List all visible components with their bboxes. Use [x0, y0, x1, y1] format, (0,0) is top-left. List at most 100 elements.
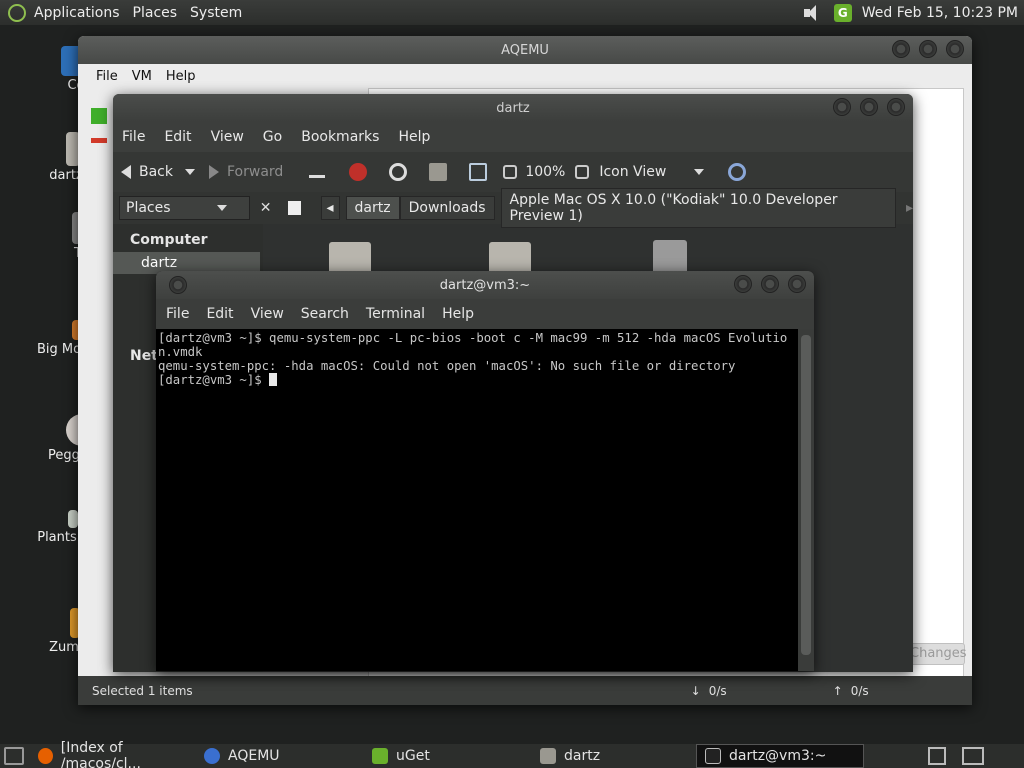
up-arrow-icon[interactable]: [309, 166, 326, 178]
view-mode-select[interactable]: Icon View: [599, 164, 705, 180]
window-menu-button[interactable]: [169, 276, 187, 294]
breadcrumb-downloads[interactable]: Downloads: [399, 196, 495, 220]
task-terminal[interactable]: dartz@vm3:~: [696, 744, 864, 768]
window-controls: [883, 40, 964, 58]
desktop-icon-plants[interactable]: Plants: [34, 510, 80, 545]
minimize-button[interactable]: [734, 275, 752, 293]
chevron-down-icon: [216, 205, 227, 211]
uget-icon: [372, 748, 388, 764]
maximize-button[interactable]: [860, 98, 878, 116]
window-controls: [725, 275, 806, 293]
desktop-icon-label: Plants: [37, 530, 77, 545]
task-firefox[interactable]: [Index of /macos/cl...: [30, 740, 196, 768]
tray-area: G Wed Feb 15, 10:23 PM: [802, 3, 1024, 22]
close-button[interactable]: [946, 40, 964, 58]
breadcrumb-current-folder[interactable]: Apple Mac OS X 10.0 ("Kodiak" 10.0 Devel…: [500, 188, 896, 228]
menu-help[interactable]: Help: [398, 129, 430, 145]
back-arrow-icon: [121, 165, 131, 179]
breadcrumb-scroll-left[interactable]: ◂: [320, 196, 340, 220]
menu-system[interactable]: System: [190, 5, 242, 21]
os-logo-icon[interactable]: [8, 3, 26, 22]
zoom-in-icon[interactable]: [575, 165, 590, 179]
workspace-switcher-icon[interactable]: [928, 747, 946, 765]
add-vm-icon[interactable]: [91, 108, 107, 124]
desktop-icon-zum[interactable]: Zum: [48, 608, 80, 655]
menu-view[interactable]: View: [211, 129, 244, 145]
desktop-icon-label: Pegg: [48, 448, 80, 463]
upload-arrow-icon: ↑: [832, 683, 843, 698]
stop-icon[interactable]: [349, 163, 368, 181]
computer-icon[interactable]: [469, 163, 488, 181]
task-aqemu[interactable]: AQEMU: [196, 744, 364, 768]
menu-places[interactable]: Places: [133, 5, 178, 21]
reload-icon[interactable]: [389, 163, 408, 181]
task-label: dartz: [564, 748, 601, 764]
terminal-titlebar[interactable]: dartz@vm3:~: [156, 271, 814, 299]
menu-edit[interactable]: Edit: [206, 306, 233, 322]
menu-file[interactable]: File: [122, 129, 145, 145]
menu-vm[interactable]: VM: [132, 69, 152, 84]
terminal-scrollbar[interactable]: [798, 329, 814, 671]
scrollbar-thumb[interactable]: [801, 335, 811, 655]
aqemu-titlebar[interactable]: AQEMU: [78, 36, 972, 64]
maximize-button[interactable]: [761, 275, 779, 293]
menu-help[interactable]: Help: [442, 306, 474, 322]
home-icon[interactable]: [429, 163, 448, 181]
zoom-out-icon[interactable]: [503, 165, 518, 179]
menu-edit[interactable]: Edit: [164, 129, 191, 145]
edit-location-icon[interactable]: [287, 201, 301, 215]
terminal-menubar: File Edit View Search Terminal Help: [156, 299, 814, 329]
menu-bookmarks[interactable]: Bookmarks: [301, 129, 379, 145]
task-file-manager[interactable]: dartz: [532, 744, 696, 768]
taskbar: [Index of /macos/cl... AQEMU uGet dartz …: [0, 740, 1024, 768]
uget-tray-icon[interactable]: G: [833, 3, 852, 22]
file-manager-titlebar[interactable]: dartz: [113, 94, 913, 122]
menu-view[interactable]: View: [251, 306, 284, 322]
menu-terminal[interactable]: Terminal: [366, 306, 425, 322]
back-history-dropdown-icon[interactable]: [185, 169, 195, 175]
breadcrumb-label: dartz: [354, 200, 391, 216]
task-uget[interactable]: uGet: [364, 744, 532, 768]
home-folder-icon: [540, 748, 556, 764]
file-manager-menubar: File Edit View Go Bookmarks Help: [113, 122, 913, 152]
file-manager-toolbar: Back Forward 100% Icon View: [113, 152, 913, 192]
clock[interactable]: Wed Feb 15, 10:23 PM: [862, 5, 1018, 21]
apply-changes-button[interactable]: Changes: [909, 643, 967, 665]
minimize-button[interactable]: [833, 98, 851, 116]
terminal-icon: [705, 748, 721, 764]
task-label: [Index of /macos/cl...: [60, 740, 141, 768]
download-arrow-icon: ↓: [690, 683, 701, 698]
menu-file[interactable]: File: [166, 306, 189, 322]
close-button[interactable]: [788, 275, 806, 293]
remove-vm-icon[interactable]: [91, 138, 107, 143]
menu-go[interactable]: Go: [263, 129, 282, 145]
maximize-button[interactable]: [919, 40, 937, 58]
volume-icon[interactable]: [802, 4, 824, 22]
menu-search[interactable]: Search: [301, 306, 349, 322]
places-label: Places: [126, 200, 171, 216]
task-label: AQEMU: [228, 748, 280, 764]
breadcrumb-scroll-right[interactable]: ▸: [906, 200, 913, 216]
trash-applet-icon[interactable]: [962, 747, 984, 765]
terminal-output[interactable]: [dartz@vm3 ~]$ qemu-system-ppc -L pc-bio…: [156, 329, 798, 671]
sidebar-heading-computer: Computer: [130, 232, 208, 248]
menu-file[interactable]: File: [96, 69, 118, 84]
minimize-button[interactable]: [892, 40, 910, 58]
search-icon[interactable]: [728, 163, 747, 181]
close-button[interactable]: [887, 98, 905, 116]
forward-button[interactable]: Forward: [209, 164, 283, 180]
close-sidebar-icon[interactable]: ✕: [260, 200, 272, 216]
desktop-icon-bigmo[interactable]: Big Mo: [34, 320, 84, 357]
upload-speed: 0/s: [850, 683, 869, 698]
breadcrumb-home[interactable]: dartz: [345, 196, 400, 220]
desktop-icon-pegg[interactable]: Pegg: [46, 414, 82, 463]
window-title: dartz: [496, 100, 530, 116]
window-title: dartz@vm3:~: [439, 277, 531, 293]
show-desktop-icon[interactable]: [4, 747, 24, 765]
window-title: AQEMU: [501, 42, 549, 58]
menu-help[interactable]: Help: [166, 69, 196, 84]
places-dropdown[interactable]: Places: [119, 196, 250, 220]
menu-applications[interactable]: Applications: [34, 5, 120, 21]
back-button[interactable]: Back: [121, 164, 195, 180]
top-menu: Applications Places System: [34, 0, 255, 25]
